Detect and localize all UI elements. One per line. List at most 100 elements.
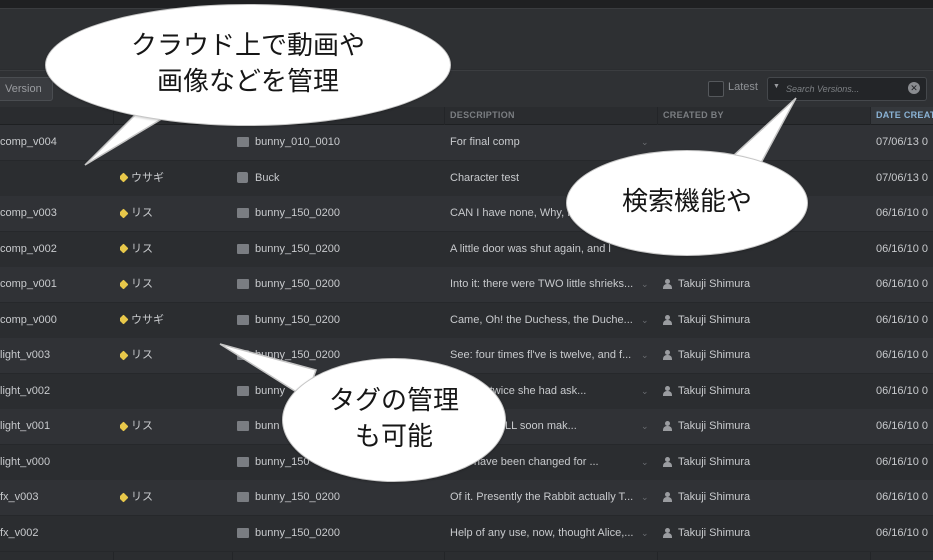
version-name: light_v001 [0,409,110,444]
description-text: Help of any use, now, thought Alice,... [450,526,634,539]
version-name-text: comp_v000 [0,313,57,326]
description-text: Came, Oh! the Duchess, the Duche... [450,313,633,326]
created-by-cell: Takuji Shimura [663,374,863,409]
description-text: Of it. Presently the Rabbit actually T..… [450,491,634,503]
shot-label: bunny_150_0200 [255,491,341,503]
shot-label: bunny_150_0200 [255,242,341,255]
tag-cell[interactable] [120,445,230,480]
date-text: 06/16/10 0 [876,278,928,290]
film-icon [237,456,249,467]
date-text: 06/16/10 0 [876,455,928,468]
film-icon [237,527,249,538]
description-cell: Came, Oh! the Duchess, the Duche... [450,303,635,338]
created-by-cell: Takuji Shimura [663,303,863,338]
film-icon [237,314,249,325]
shot-cell[interactable]: bunny_010_0010 [237,125,442,160]
shot-cell[interactable]: bunny_150_0200 [237,480,442,515]
description-text: Character test [450,171,520,184]
film-icon [237,492,249,503]
expand-chevron-icon[interactable]: ⌄ [641,338,649,373]
tag-cell[interactable]: リス [120,232,230,267]
created-by-cell: Takuji Shimura [663,445,863,480]
table-row[interactable]: comp_v001 リス bunny_150_0200 Into it: there … [0,267,933,303]
date-cell: 06/16/10 0 [876,445,933,480]
user-icon [663,527,672,538]
created-by-cell: Takuji Shimura [663,267,863,302]
shot-cell[interactable]: bunny_150_0200 [237,196,442,231]
date-cell: 06/16/10 0 [876,409,933,444]
shot-cell[interactable]: Buck [237,161,442,196]
description-text: CAN I have none, Why, I [450,207,571,219]
version-name: comp_v000 [0,303,110,338]
user-icon [663,492,672,503]
description-text: Into it: there were TWO little shrieks..… [450,278,634,290]
expand-chevron-icon[interactable]: ⌄ [641,267,649,302]
shot-cell[interactable]: bunny_150_0200 [237,232,442,267]
table-row[interactable]: comp_v000 ウサギ bunny_150_0200 Came, Oh! the … [0,302,933,339]
expand-chevron-icon[interactable]: ⌄ [641,445,649,480]
version-name: fx_v003 [0,480,110,515]
shot-cell[interactable]: bunny_150_0200 [237,303,442,338]
version-name: comp_v002 [0,232,110,267]
tag-icon [120,350,129,361]
description-cell: For final comp [450,125,635,160]
callout-tags-line2: も可能 [354,422,433,452]
version-name: light_v000 [0,445,110,480]
expand-chevron-icon[interactable]: ⌄ [641,480,649,515]
user-icon [663,421,672,432]
shot-cell[interactable]: bunny_150_0200 [237,267,442,302]
date-text: 06/16/10 0 [876,384,928,397]
tag-cell[interactable]: リス [120,196,230,231]
created-by-text: Takuji Shimura [678,491,751,503]
film-icon [237,208,249,219]
table-row[interactable]: light_v003 リス bunny_150_0200 See: four time… [0,338,933,374]
description-cell: See: four times fl've is twelve, and f..… [450,338,635,373]
callout-cloud: クラウド上で動画や 画像などを管理 [45,4,451,126]
date-cell: 06/16/10 0 [876,516,933,551]
table-row[interactable]: fx_v003 リス bunny_150_0200 Of it. Presently … [0,480,933,516]
shot-label: bunny_150_0200 [255,526,341,539]
latest-checkbox[interactable] [708,81,724,97]
expand-chevron-icon[interactable]: ⌄ [641,409,649,444]
date-text: 06/16/10 0 [876,349,928,361]
clear-search-icon[interactable]: ✕ [908,82,920,94]
version-name-text: fx_v002 [0,526,39,539]
table-row[interactable]: fx_v002 bunny_150_0200 Help of any use, no… [0,515,933,552]
date-text: 07/06/13 0 [876,136,928,148]
column-header-description[interactable]: DESCRIPTION [450,110,515,120]
created-by-text: Takuji Shimura [678,313,751,326]
tag-label: リス [131,242,153,255]
top-bar [0,0,933,9]
created-by-text: Takuji Shimura [678,526,751,539]
tag-icon [120,279,129,290]
tag-cell[interactable]: リス [120,267,230,302]
version-name: comp_v003 [0,196,110,231]
description-text: See: four times fl've is twelve, and f..… [450,349,632,361]
expand-chevron-icon[interactable]: ⌄ [641,303,649,338]
column-header-date-created[interactable]: DATE CREAT [871,107,933,124]
tag-cell[interactable]: リス [120,338,230,373]
tag-cell[interactable]: ウサギ [120,303,230,338]
expand-chevron-icon[interactable]: ⌄ [641,516,649,551]
tag-label: リス [131,420,153,432]
version-name-text: light_v000 [0,455,51,468]
search-dropdown-icon[interactable]: ▼ [773,83,780,90]
tag-cell[interactable]: リス [120,409,230,444]
tag-label: リス [131,491,153,503]
version-button[interactable]: Version [0,77,53,101]
date-cell: 06/16/10 0 [876,196,933,231]
shot-cell[interactable]: bunny_150_0200 [237,516,442,551]
shot-label: bunny_150_0200 [255,278,341,290]
date-text: 06/16/10 0 [876,242,928,255]
tag-cell[interactable]: リス [120,480,230,515]
date-text: 06/16/10 0 [876,526,928,539]
table-row[interactable]: comp_v002 リス bunny_150_0200 A little door w… [0,231,933,268]
version-name-text: comp_v001 [0,278,57,290]
created-by-text: Takuji Shimura [678,384,751,397]
tag-cell[interactable] [120,374,230,409]
tag-cell[interactable] [120,516,230,551]
search-input[interactable] [784,80,908,98]
date-cell: 06/16/10 0 [876,480,933,515]
shot-label: bunny_010_0010 [255,136,341,148]
expand-chevron-icon[interactable]: ⌄ [641,374,649,409]
